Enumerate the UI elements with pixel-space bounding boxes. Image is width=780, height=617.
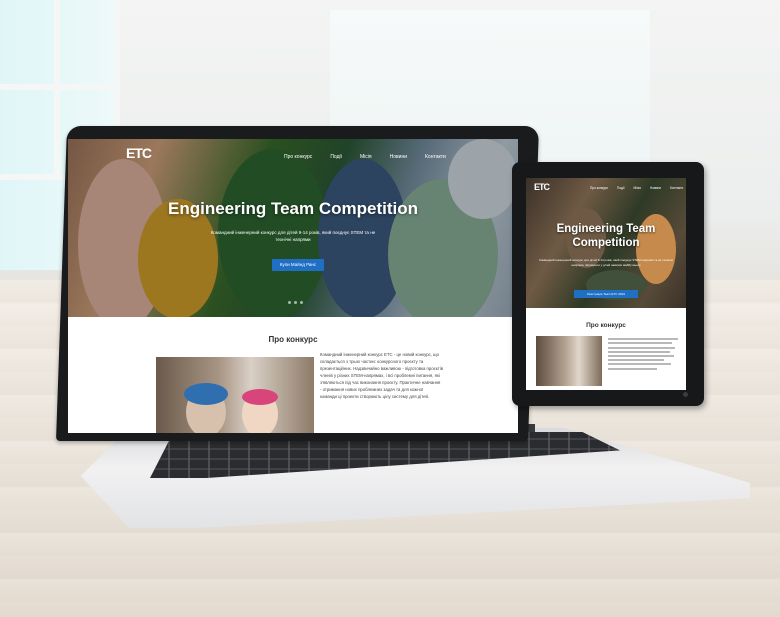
site-logo[interactable]: ETC [126,145,152,161]
tablet-hero-title: Engineering Team Competition [556,223,656,249]
hero-subtitle: Командний інженерний конкурс для дітей 9… [210,230,376,242]
tablet-about-title: Про конкурс [586,322,626,329]
tablet-nav: Про конкурс Події Місія Новини Контакти [590,186,683,190]
nav-item-news[interactable]: Новини [650,186,661,190]
laptop-screen: ETC Про конкурс Події Місія Новини Конта… [68,139,518,433]
product-mockup-scene: ETC Про конкурс Події Місія Новини Конта… [0,0,780,617]
nav-item-about[interactable]: Про конкурс [284,154,312,160]
nav-item-news[interactable]: Новини [390,154,407,160]
slider-dots[interactable] [288,301,303,304]
tablet-home-button[interactable] [683,392,688,397]
laptop-hero-section: ETC Про конкурс Події Місія Новини Конта… [68,139,518,317]
nav-item-events[interactable]: Події [617,186,624,190]
hero-cta-button[interactable]: Купи Майнд Ранс [272,259,324,271]
tablet-hero-section: ETC Про конкурс Події Місія Новини Конта… [526,178,686,308]
nav-item-about[interactable]: Про конкурс [590,186,608,190]
tablet-about-text-placeholder [608,336,678,372]
tablet-hero-subtitle: Командний інженерний конкурс для дітей 9… [539,258,673,267]
nav-item-mission[interactable]: Місія [634,186,641,190]
laptop-nav: Про конкурс Події Місія Новини Контакти [284,154,446,160]
tablet-screen: ETC Про конкурс Події Місія Новини Конта… [526,178,686,390]
nav-item-mission[interactable]: Місія [360,154,372,160]
nav-item-events[interactable]: Події [330,154,342,160]
tablet-site-logo[interactable]: ETC [534,182,550,192]
about-section-title: Про конкурс [268,335,318,344]
nav-item-contacts[interactable]: Контакти [670,186,683,190]
about-photo [156,357,314,433]
tablet-about-photo [536,336,602,386]
about-text: Командний інженерний конкурс ETC - це но… [320,352,443,399]
nav-item-contacts[interactable]: Контакти [425,154,446,160]
hero-title: Engineering Team Competition [168,199,418,218]
tablet-hero-cta-button[interactable]: Реєстрація Team ETC 2019 [574,290,638,298]
